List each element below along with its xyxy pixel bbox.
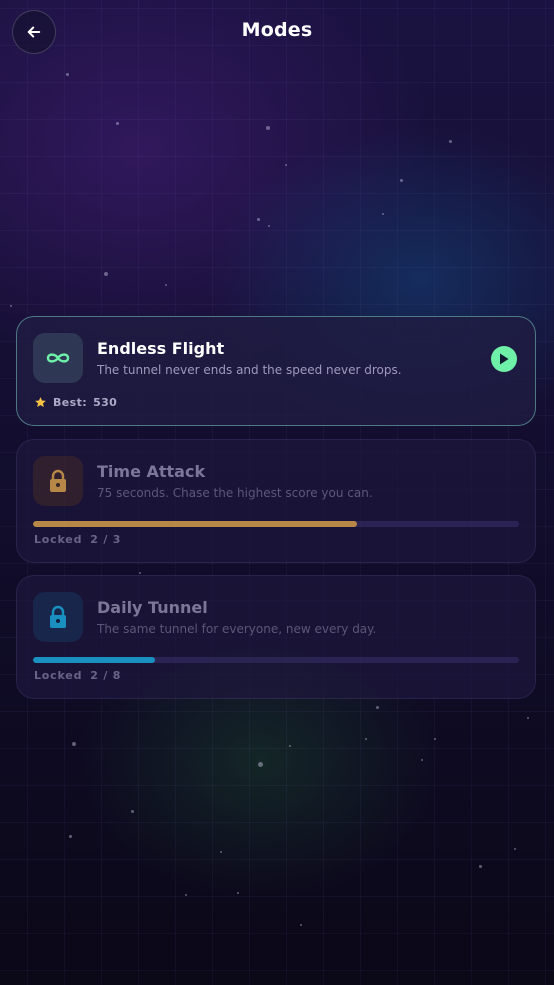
lock-icon xyxy=(50,469,66,492)
best-label: Best: xyxy=(53,396,88,409)
page-title: Modes xyxy=(241,19,313,41)
lock-status-label: Locked xyxy=(34,533,83,546)
mode-title: Endless Flight xyxy=(97,339,225,358)
mode-description: 75 seconds. Chase the highest score you … xyxy=(97,486,373,500)
mode-icon-container xyxy=(33,333,83,383)
unlock-progress-bar xyxy=(33,657,519,663)
play-button[interactable] xyxy=(491,346,517,372)
unlock-progress-fill xyxy=(33,657,155,663)
unlock-progress-text: 2 / 3 xyxy=(90,533,122,546)
play-icon xyxy=(500,353,509,365)
mode-title: Time Attack xyxy=(97,462,206,481)
mode-card-endless-flight[interactable]: Endless Flight The tunnel never ends and… xyxy=(16,316,536,426)
unlock-progress-fill xyxy=(33,521,358,527)
mode-card-time-attack[interactable]: Time Attack 75 seconds. Chase the highes… xyxy=(16,439,536,563)
mode-title: Daily Tunnel xyxy=(97,598,208,617)
mode-description: The same tunnel for everyone, new every … xyxy=(97,622,377,636)
infinity-icon xyxy=(46,353,70,363)
mode-card-daily-tunnel[interactable]: Daily Tunnel The same tunnel for everyon… xyxy=(16,575,536,699)
lock-status: Locked 2 / 8 xyxy=(34,669,129,682)
lock-status: Locked 2 / 3 xyxy=(34,533,129,546)
lock-status-label: Locked xyxy=(34,669,83,682)
unlock-progress-bar xyxy=(33,521,519,527)
unlock-progress-text: 2 / 8 xyxy=(90,669,122,682)
star-icon xyxy=(35,397,46,408)
mode-icon-container xyxy=(33,592,83,642)
best-value: 530 xyxy=(93,396,118,409)
mode-description: The tunnel never ends and the speed neve… xyxy=(97,363,402,377)
lock-icon xyxy=(50,605,66,628)
mode-icon-container xyxy=(33,456,83,506)
best-score: Best: 530 xyxy=(34,396,117,409)
